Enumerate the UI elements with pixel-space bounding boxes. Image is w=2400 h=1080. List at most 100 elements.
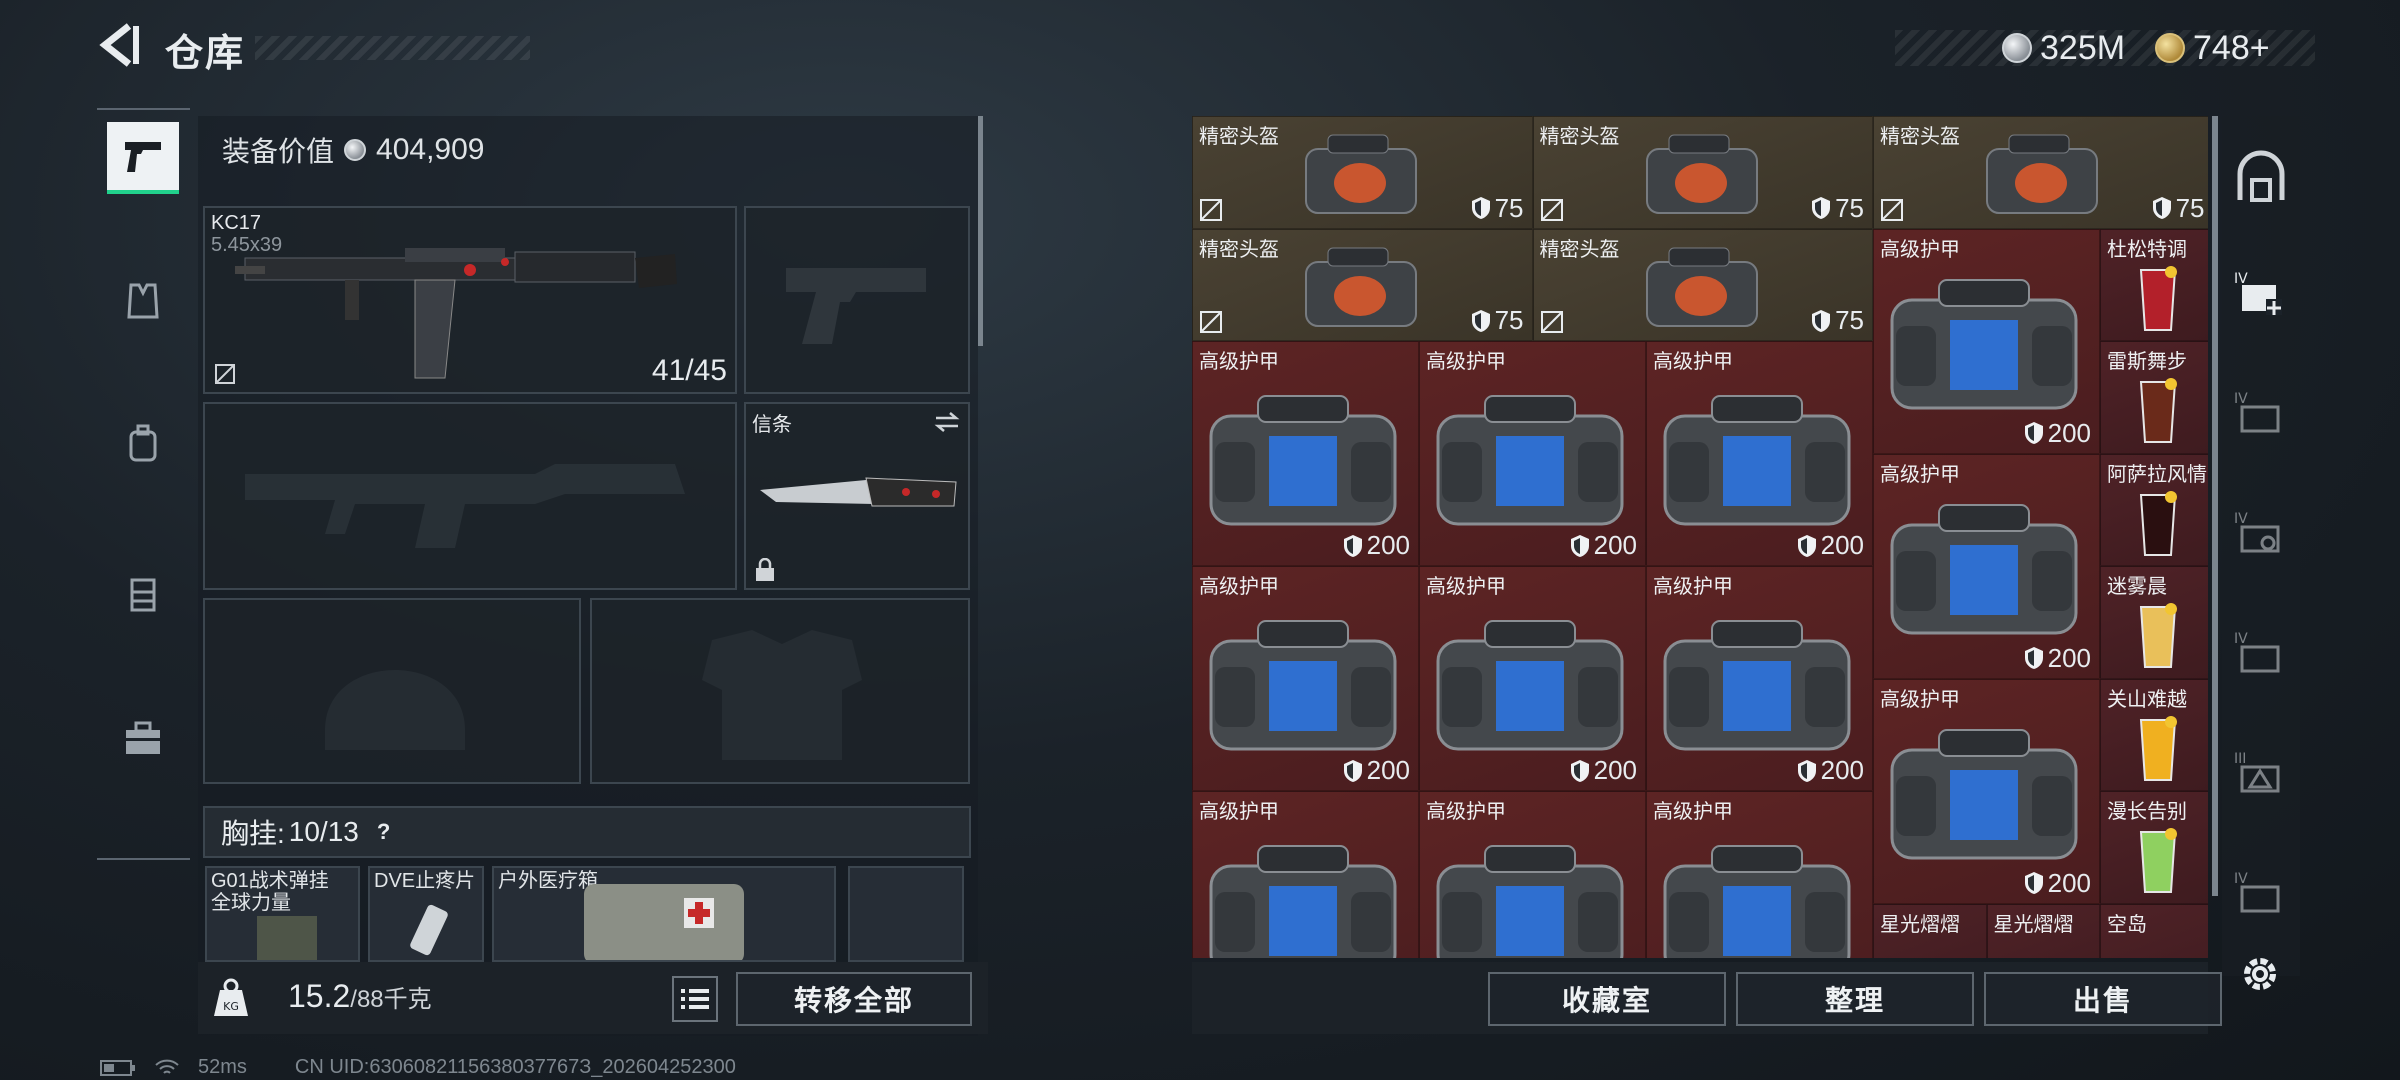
chest-item-slot[interactable]: 户外医疗箱 — [492, 866, 836, 962]
list-icon — [681, 989, 709, 1009]
item-name: 星光熠熠 — [1880, 913, 1960, 936]
durability-broken-icon — [1540, 311, 1563, 333]
shield-icon — [1343, 534, 1362, 557]
chest-item-name: G01战术弹挂 — [211, 870, 329, 892]
shield-icon — [1812, 309, 1831, 332]
stash-item-armor[interactable]: 高级护甲200 — [1873, 678, 2100, 904]
add-stash-page-icon[interactable]: IV — [2232, 265, 2290, 323]
tab-case[interactable] — [107, 702, 179, 774]
weight-icon: KG — [214, 978, 248, 1016]
currency-silver[interactable]: 325M — [2002, 26, 2125, 70]
tab-rig[interactable] — [107, 558, 179, 630]
stash-item-armor[interactable]: 高级护甲200 — [1646, 341, 1873, 566]
item-name: 阿萨拉风情 — [2107, 463, 2207, 486]
stash-item-drink[interactable]: 星光熠熠 — [1873, 903, 1987, 958]
all-items-icon[interactable] — [2232, 150, 2290, 208]
item-protection-value: 200 — [2024, 418, 2091, 449]
stash-page-icon[interactable]: IV — [2232, 385, 2290, 443]
tab-weapons[interactable] — [107, 122, 179, 194]
stash-item-drink[interactable]: 迷雾晨 — [2100, 566, 2208, 679]
tab-backpack[interactable] — [107, 408, 179, 480]
help-icon[interactable]: ? — [377, 819, 390, 845]
weight-max: /88千克 — [350, 986, 432, 1013]
stash-item-helmet[interactable]: 精密头盔 75 — [1873, 116, 2208, 229]
item-protection-value: 75 — [2152, 193, 2205, 224]
secondary-weapon-slot[interactable] — [203, 402, 737, 590]
stash-item-armor[interactable]: 高级护甲 200 — [1419, 566, 1646, 791]
armor-bag-image — [1890, 728, 2078, 859]
item-name: 精密头盔 — [1199, 238, 1279, 261]
stash-item-drink[interactable]: 雷斯舞步 — [2100, 341, 2208, 454]
stash-page-icon[interactable]: IV — [2232, 505, 2290, 563]
item-protection-value: 200 — [1343, 530, 1410, 561]
stash-item-armor[interactable]: 高级护甲 200 — [1873, 228, 2100, 454]
chest-empty-slot[interactable] — [848, 866, 964, 962]
stash-item-helmet[interactable]: 精密头盔 75 — [1532, 116, 1873, 229]
stash-item-helmet[interactable]: 精密头盔 75 — [1532, 228, 1873, 341]
primary-weapon-slot[interactable]: KC17 5.45x39 41/45 — [203, 206, 737, 394]
collection-room-button[interactable]: 收藏室 — [1488, 972, 1726, 1026]
transfer-all-button[interactable]: 转移全部 — [736, 972, 972, 1026]
stash-item-armor[interactable]: 高级护甲200 — [1192, 341, 1419, 566]
stash-item-drink[interactable]: 关山难越 — [2100, 678, 2208, 791]
stash-item-drink[interactable]: 空岛 — [2100, 903, 2208, 958]
armor-bag-image — [1663, 845, 1851, 958]
stash-item-drink[interactable]: 阿萨拉风情 — [2100, 453, 2208, 566]
item-name: 高级护甲 — [1199, 801, 1279, 823]
shield-icon — [2024, 422, 2043, 444]
stash-item-armor[interactable]: 高级护甲200 — [1646, 566, 1873, 791]
chest-item-slot[interactable]: G01战术弹挂 全球力量 — [205, 866, 360, 962]
sidearm-slot[interactable] — [744, 206, 970, 394]
stash-item-drink[interactable]: 漫长告别 — [2100, 791, 2208, 904]
item-name: 迷雾晨 — [2107, 576, 2167, 598]
stash-item-helmet[interactable]: 精密头盔 75 — [1192, 228, 1533, 341]
stash-item-drink[interactable]: 杜松特调 — [2100, 228, 2208, 341]
stash-page-icon[interactable]: III — [2232, 745, 2290, 803]
stash-item-armor[interactable]: 高级护甲200 — [1419, 341, 1646, 566]
settings-gear-icon[interactable] — [2238, 952, 2282, 996]
stash-item-armor[interactable]: 高级护甲200 — [1192, 791, 1419, 958]
shield-icon — [2024, 872, 2043, 894]
organize-button[interactable]: 整理 — [1736, 972, 1974, 1026]
durability-broken-icon — [1540, 198, 1563, 221]
tab-armor[interactable] — [107, 265, 179, 337]
status-bar: 52ms CN UID:6306082115638037767З_2026042… — [100, 1056, 736, 1079]
item-name: 高级护甲 — [1880, 238, 1960, 261]
item-name: 高级护甲 — [1426, 801, 1506, 823]
melee-slot[interactable]: 信条 — [744, 402, 970, 590]
sell-button[interactable]: 出售 — [1984, 972, 2222, 1026]
item-protection-value: 75 — [1471, 193, 1524, 224]
stash-page-icon[interactable]: IV — [2232, 865, 2290, 923]
briefcase-icon — [126, 721, 160, 754]
stash-item-armor[interactable]: 高级护甲200 — [1873, 453, 2100, 679]
loadout-scrollbar[interactable] — [978, 116, 983, 346]
melee-name: 信条 — [752, 414, 792, 436]
stash-item-drink[interactable]: 星光熠熠 — [1986, 903, 2100, 958]
item-name: 高级护甲 — [1653, 801, 1733, 823]
stash-item-armor[interactable]: 高级护甲200 — [1646, 791, 1873, 958]
chest-item-name: DVE止疼片 — [374, 870, 476, 892]
stash-item-armor[interactable]: 高级护甲200 — [1419, 791, 1646, 958]
helmet-slot[interactable] — [203, 598, 581, 784]
currency-gold[interactable]: 748+ — [2155, 26, 2270, 70]
stash-page-icon[interactable]: IV — [2232, 625, 2290, 683]
body-armor-slot[interactable] — [590, 598, 970, 784]
shield-icon — [1812, 197, 1831, 219]
chest-item-slot[interactable]: DVE止疼片 — [368, 866, 484, 962]
stash-item-helmet[interactable]: 精密头盔 75 — [1192, 116, 1533, 229]
item-name: 雷斯舞步 — [2107, 351, 2187, 373]
item-name: 精密头盔 — [1880, 126, 1960, 148]
item-name: 高级护甲 — [1653, 351, 1733, 373]
stash-item-armor[interactable]: 高级护甲200 — [1192, 566, 1419, 791]
stash-scrollbar[interactable] — [2212, 116, 2218, 896]
swap-icon[interactable] — [932, 410, 962, 434]
list-view-button[interactable] — [672, 976, 718, 1022]
item-name: 高级护甲 — [1426, 576, 1506, 598]
currency-silver-value: 325M — [2040, 28, 2126, 67]
shield-icon — [2152, 197, 2171, 219]
equipment-value: 装备价值 404,909 — [222, 130, 484, 170]
item-protection-value: 200 — [1570, 755, 1637, 786]
durability-broken-icon — [1881, 198, 1903, 221]
gold-coin-icon — [2155, 33, 2185, 63]
back-arrow-icon[interactable] — [95, 22, 141, 68]
